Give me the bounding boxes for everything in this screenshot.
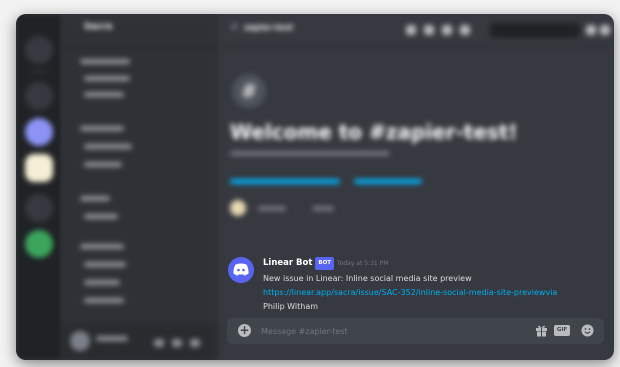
channel-category[interactable] bbox=[80, 244, 124, 249]
username bbox=[96, 336, 128, 341]
bell-icon[interactable] bbox=[424, 25, 434, 35]
search-input[interactable] bbox=[490, 23, 580, 38]
inbox-icon[interactable] bbox=[586, 25, 596, 35]
message-content: New issue in Linear: Inline social media… bbox=[263, 272, 563, 314]
channel-item[interactable] bbox=[84, 214, 118, 219]
server-divider bbox=[30, 70, 48, 72]
join-message bbox=[258, 206, 286, 211]
server-header[interactable]: Sacra bbox=[62, 14, 218, 47]
mute-icon[interactable] bbox=[154, 339, 164, 347]
issue-link[interactable]: https://linear.app/sacra/issue/SAC-352/i… bbox=[263, 288, 557, 297]
user-panel bbox=[62, 324, 218, 360]
channel-item[interactable] bbox=[84, 92, 124, 97]
threads-icon[interactable] bbox=[406, 25, 416, 35]
user-avatar[interactable] bbox=[70, 331, 90, 351]
server-icon[interactable] bbox=[25, 194, 53, 222]
members-icon[interactable] bbox=[460, 25, 470, 35]
channel-item[interactable] bbox=[84, 144, 132, 149]
channel-item[interactable] bbox=[84, 298, 124, 303]
channel-topbar: # zapier-test bbox=[218, 14, 614, 47]
channel-category[interactable] bbox=[80, 126, 124, 131]
message-header: Linear Bot BOT Today at 5:31 PM bbox=[263, 257, 388, 270]
discord-window: Sacra # zapier-test # Welcome to #zapier… bbox=[16, 14, 614, 360]
bot-badge: BOT bbox=[315, 257, 335, 270]
home-server-icon[interactable] bbox=[25, 36, 53, 64]
wave-button[interactable] bbox=[312, 206, 334, 211]
author-name[interactable]: Linear Bot bbox=[263, 258, 312, 268]
message-composer: + GIF bbox=[227, 318, 604, 344]
plus-circle-icon[interactable]: + bbox=[238, 324, 251, 337]
invite-link[interactable] bbox=[354, 179, 422, 184]
channel-item[interactable] bbox=[84, 162, 122, 167]
message-text: New issue in Linear: Inline social media… bbox=[263, 274, 472, 283]
deafen-icon[interactable] bbox=[172, 339, 182, 347]
channel-sidebar: Sacra bbox=[62, 14, 218, 360]
welcome-subtitle bbox=[230, 151, 390, 156]
welcome-title: Welcome to #zapier-test! bbox=[230, 120, 518, 144]
discord-logo-icon bbox=[233, 263, 249, 276]
channel-title: zapier-test bbox=[244, 23, 294, 32]
server-icon[interactable] bbox=[25, 82, 53, 110]
channel-item[interactable] bbox=[84, 262, 126, 267]
channel-hash-icon: # bbox=[232, 74, 266, 108]
edit-channel-link[interactable] bbox=[230, 179, 340, 184]
channel-category[interactable] bbox=[80, 59, 130, 64]
message-input[interactable] bbox=[261, 321, 511, 341]
settings-icon[interactable] bbox=[190, 339, 200, 347]
hash-icon: # bbox=[230, 22, 239, 33]
chat-area: # zapier-test # Welcome to #zapier-test! bbox=[218, 14, 614, 360]
message-timestamp: Today at 5:31 PM bbox=[337, 260, 389, 267]
pin-icon[interactable] bbox=[442, 25, 452, 35]
add-server-icon[interactable] bbox=[25, 230, 53, 258]
active-server-icon[interactable] bbox=[25, 154, 53, 182]
bot-avatar[interactable] bbox=[228, 257, 254, 283]
gif-button[interactable]: GIF bbox=[554, 325, 570, 336]
assignee-name: Philip Witham bbox=[263, 302, 319, 311]
channel-item[interactable] bbox=[84, 76, 130, 81]
help-icon[interactable] bbox=[600, 25, 610, 35]
member-avatar bbox=[230, 200, 246, 216]
emoji-icon[interactable] bbox=[581, 324, 594, 337]
server-name: Sacra bbox=[84, 22, 113, 32]
server-icon[interactable] bbox=[25, 118, 53, 146]
channel-category[interactable] bbox=[80, 196, 110, 201]
channel-item[interactable] bbox=[84, 280, 120, 285]
message-item: Linear Bot BOT Today at 5:31 PM New issue … bbox=[218, 254, 614, 316]
gift-icon[interactable] bbox=[535, 324, 548, 337]
server-list bbox=[16, 14, 62, 360]
